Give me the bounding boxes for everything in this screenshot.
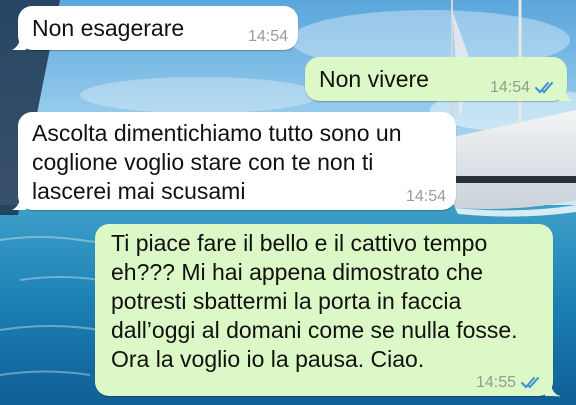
incoming-message[interactable]: Ascolta dimentichiamo tutto sono un cogl… (12, 112, 456, 210)
bubble-tail (12, 194, 26, 210)
message-meta: 14:54 (248, 28, 288, 46)
message-meta: 14:54 (406, 188, 446, 206)
message-time: 14:55 (475, 374, 516, 391)
message-text: Ascolta dimentichiamo tutto sono un cogl… (32, 120, 402, 204)
message-text: Non esagerare (32, 15, 185, 41)
outgoing-message[interactable]: Non vivere 14:54 (305, 57, 573, 101)
outgoing-message[interactable]: Ti piace fare il bello e il cattivo temp… (95, 224, 559, 396)
message-meta: 14:55 (476, 374, 543, 392)
message-meta: 14:54 (490, 79, 557, 97)
chat-conversation[interactable]: Non esagerare 14:54 Non vivere 14:54 Asc… (0, 0, 576, 405)
incoming-message[interactable]: Non esagerare 14:54 (12, 6, 298, 50)
bubble-tail (559, 85, 573, 101)
bubble-tail (545, 380, 559, 396)
double-check-icon (535, 82, 553, 94)
message-time: 14:54 (405, 188, 446, 205)
message-time: 14:54 (247, 28, 288, 45)
double-check-icon (521, 377, 539, 389)
message-time: 14:54 (489, 79, 530, 96)
message-text: Ti piace fare il bello e il cattivo temp… (111, 230, 518, 372)
bubble-tail (12, 34, 26, 50)
